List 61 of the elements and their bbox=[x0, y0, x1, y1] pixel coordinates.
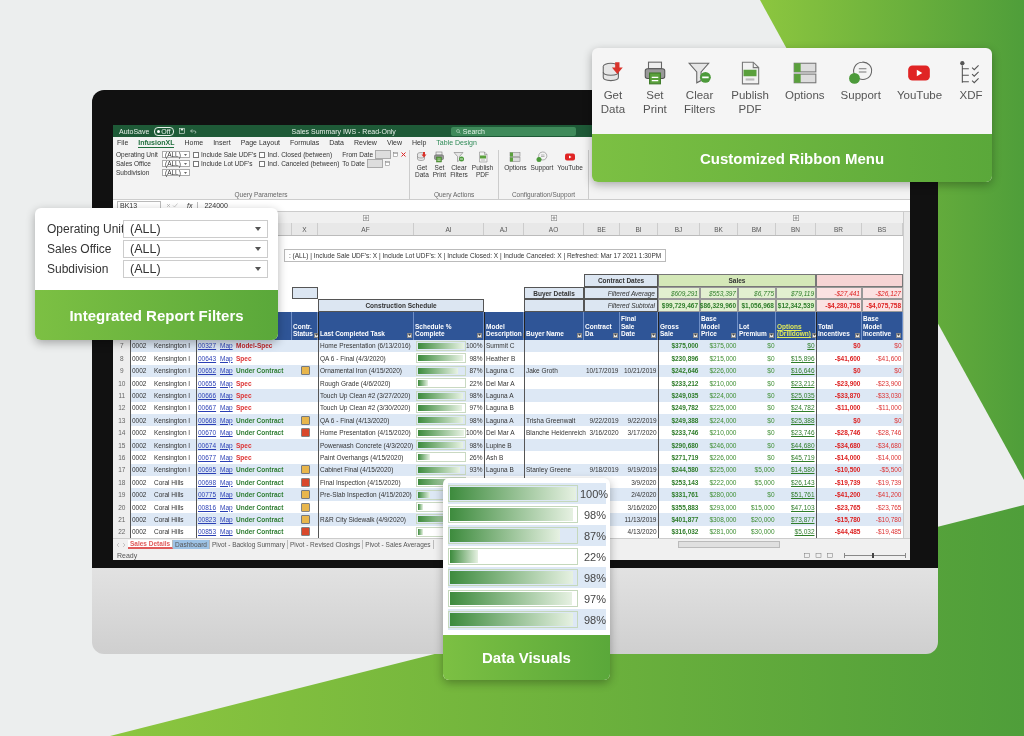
pdf-file-icon bbox=[476, 151, 489, 163]
callout-caption: Integrated Report Filters bbox=[35, 290, 278, 340]
expand-icon[interactable] bbox=[363, 214, 369, 221]
ribbon-button[interactable]: Set Print bbox=[633, 60, 676, 117]
database-icon bbox=[415, 151, 428, 163]
filter-button[interactable] bbox=[577, 332, 582, 338]
caret-icon bbox=[255, 227, 261, 231]
filter-button[interactable] bbox=[896, 332, 901, 338]
printer-icon bbox=[433, 151, 446, 163]
funnel-icon bbox=[686, 60, 713, 86]
play-button-icon bbox=[564, 151, 577, 163]
percent-label: 87% bbox=[582, 529, 606, 542]
filter-label: Sales Office bbox=[47, 242, 113, 256]
filter-label: Subdivision bbox=[47, 262, 110, 276]
percent-label: 22% bbox=[582, 550, 606, 563]
filter-button[interactable] bbox=[693, 332, 698, 338]
close-icon[interactable] bbox=[401, 152, 407, 157]
caret-icon bbox=[255, 247, 261, 251]
ribbon-button[interactable]: Publish PDF bbox=[723, 60, 777, 117]
ribbon-button[interactable]: Options bbox=[776, 60, 833, 103]
filter-button[interactable] bbox=[477, 332, 482, 338]
callout-caption: Customized Ribbon Menu bbox=[592, 134, 992, 182]
expand-icon[interactable] bbox=[551, 214, 557, 221]
percent-label: 98% bbox=[582, 508, 606, 521]
funnel-icon bbox=[453, 151, 465, 163]
filter-button[interactable] bbox=[613, 332, 618, 338]
percent-label: 98% bbox=[582, 571, 606, 584]
save-icon[interactable] bbox=[178, 128, 185, 134]
zoom-slider[interactable] bbox=[844, 552, 906, 558]
callout-caption: Data Visuals bbox=[443, 635, 610, 680]
ribbon-button[interactable]: YouTube bbox=[888, 60, 951, 103]
filter-button[interactable] bbox=[769, 332, 774, 338]
percent-label: 97% bbox=[582, 592, 606, 605]
ribbon-button[interactable]: XDF bbox=[950, 60, 992, 103]
filter-dropdown[interactable]: (ALL) bbox=[123, 220, 268, 238]
caret-icon bbox=[255, 267, 261, 271]
undo-icon[interactable] bbox=[189, 128, 197, 134]
filter-button[interactable] bbox=[731, 332, 736, 338]
ribbon-button[interactable]: Clear Filters bbox=[675, 60, 724, 117]
speech-bubble-icon bbox=[535, 151, 548, 163]
percent-label: 100% bbox=[580, 487, 606, 500]
ribbon-button[interactable]: Get Data bbox=[592, 60, 634, 117]
caret-icon bbox=[184, 162, 187, 165]
expand-icon[interactable] bbox=[793, 214, 799, 221]
filter-dropdown[interactable]: (ALL) bbox=[123, 260, 268, 278]
filter-button[interactable] bbox=[855, 332, 860, 338]
speech-bubble-icon bbox=[847, 60, 874, 86]
percent-label: 98% bbox=[582, 613, 606, 626]
group-header-cell bbox=[524, 299, 584, 312]
search-icon bbox=[455, 128, 461, 134]
calendar-icon[interactable] bbox=[384, 161, 390, 166]
ribbon-button[interactable]: Support bbox=[832, 60, 889, 103]
caret-icon bbox=[184, 171, 187, 174]
calendar-icon[interactable] bbox=[393, 152, 399, 157]
filter-dropdown[interactable]: (ALL) bbox=[123, 240, 268, 258]
group-header-cell bbox=[292, 286, 318, 300]
filter-button[interactable] bbox=[651, 332, 656, 338]
list-icon bbox=[509, 151, 522, 163]
list-icon bbox=[791, 60, 818, 86]
filter-button[interactable] bbox=[407, 332, 412, 338]
caret-icon bbox=[184, 153, 187, 156]
